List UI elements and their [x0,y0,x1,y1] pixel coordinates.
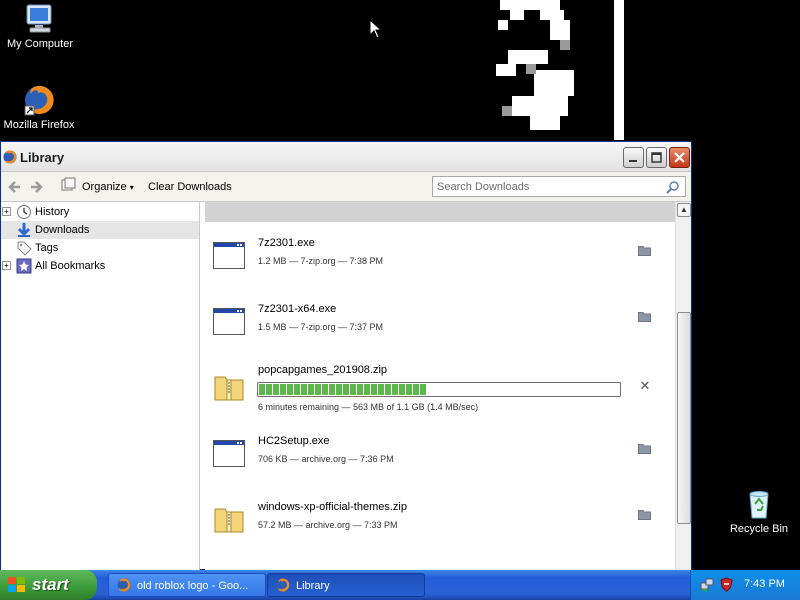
library-sidebar: + History Downloads Tags + All Bookmarks [1,202,200,570]
title-bar[interactable]: Library [1,142,691,172]
exe-file-icon [213,305,245,337]
downloads-icon [16,222,32,238]
download-filename: windows-xp-official-themes.zip [258,501,407,513]
download-item[interactable]: 7z2301-x64.exe 1.5 MB — 7-zip.org — 7:37… [205,296,675,362]
firefox-icon [276,578,290,592]
chevron-down-icon: ▾ [129,183,134,192]
taskbar-button-browser[interactable]: old roblox logo - Goo... [108,573,266,597]
taskbar-button-label: Library [296,580,330,592]
expand-icon[interactable]: + [2,261,11,270]
history-icon [16,204,32,220]
start-button[interactable]: start [0,570,97,600]
firefox-icon [3,150,17,164]
sidebar-item-label: Downloads [35,224,90,236]
taskbar: start old roblox logo - Goo... Library 7… [0,570,800,600]
maximize-button[interactable] [646,147,667,168]
zip-file-icon [213,503,245,535]
download-status: 706 KB — archive.org — 7:36 PM [258,454,394,464]
search-input[interactable] [433,177,653,196]
sidebar-item-history[interactable]: + History [1,203,199,221]
folder-icon[interactable] [638,443,651,454]
desktop-icon-my-computer[interactable]: My Computer [1,3,79,50]
download-status: 57.2 MB — archive.org — 7:33 PM [258,520,398,530]
folder-icon[interactable] [638,311,651,322]
firefox-icon [23,84,55,116]
forward-arrow-icon[interactable] [30,180,44,197]
scrollbar-thumb[interactable] [677,312,691,524]
windows-flag-icon [8,577,26,593]
recycle-bin-icon [743,488,775,520]
download-status: 1.2 MB — 7-zip.org — 7:38 PM [258,256,384,266]
download-filename: popcapgames_201908.zip [258,364,388,376]
start-label: start [32,575,69,594]
taskbar-button-label: old roblox logo - Goo... [137,580,249,592]
download-item[interactable]: windows-xp-official-themes.zip 57.2 MB —… [205,494,675,560]
download-item[interactable]: 7z2301.exe 1.2 MB — 7-zip.org — 7:38 PM [205,230,675,296]
organize-button[interactable]: Organize ▾ [82,181,134,193]
bookmarks-icon [16,258,32,274]
zip-file-icon [213,371,245,403]
cancel-download-icon[interactable]: ✕ [639,379,651,392]
download-status: 6 minutes remaining — 563 MB of 1.1 GB (… [258,402,479,412]
tag-icon [16,240,32,256]
folder-icon[interactable] [638,245,651,256]
security-shield-icon[interactable] [719,577,734,592]
window-title: Library [20,150,65,165]
back-arrow-icon[interactable] [7,180,21,197]
download-item-in-progress[interactable]: popcapgames_201908.zip 6 minutes remaini… [205,362,675,428]
sidebar-item-label: Tags [35,242,59,254]
wallpaper-pixel-art [490,0,624,140]
desktop-icon-recycle-bin[interactable]: Recycle Bin [720,488,798,535]
firefox-icon [117,578,131,592]
clock: 7:43 PM [744,578,785,590]
organize-icon [61,177,76,195]
list-item-partial [205,202,675,222]
sidebar-item-tags[interactable]: Tags [1,239,199,257]
download-status: 1.5 MB — 7-zip.org — 7:37 PM [258,322,384,332]
desktop-icon-label: Mozilla Firefox [3,119,75,131]
expand-icon[interactable]: + [2,207,11,216]
sidebar-item-all-bookmarks[interactable]: + All Bookmarks [1,257,199,275]
library-window: Library Organize ▾ Clear Downloads Searc… [0,141,692,570]
my-computer-icon [24,3,56,35]
sidebar-item-downloads[interactable]: Downloads [1,221,199,239]
download-filename: 7z2301.exe [258,237,315,249]
network-icon[interactable] [700,577,715,592]
scroll-up-arrow-icon[interactable]: ▲ [677,203,691,217]
taskbar-button-library[interactable]: Library [267,573,425,597]
toolbar: Organize ▾ Clear Downloads [1,172,691,202]
desktop-icon-label: Recycle Bin [729,523,789,535]
search-box[interactable] [432,176,686,197]
vertical-scrollbar[interactable]: ▲ [675,202,691,570]
minimize-button[interactable] [623,147,644,168]
desktop-icon-label: My Computer [6,38,74,50]
organize-label: Organize [82,181,127,193]
downloads-list: 7z2301.exe 1.2 MB — 7-zip.org — 7:38 PM … [205,202,675,570]
folder-icon[interactable] [638,509,651,520]
exe-file-icon [213,437,245,469]
sidebar-item-label: All Bookmarks [35,260,106,272]
clear-downloads-button[interactable]: Clear Downloads [148,181,232,193]
download-item[interactable]: HC2Setup.exe 706 KB — archive.org — 7:36… [205,428,675,494]
close-button[interactable] [669,147,690,168]
desktop-icon-firefox[interactable]: Mozilla Firefox [0,84,78,131]
download-progress-bar [257,382,621,397]
system-tray: 7:43 PM [690,570,800,600]
exe-file-icon [213,239,245,271]
download-filename: HC2Setup.exe [258,435,330,447]
sidebar-item-label: History [35,206,70,218]
search-icon[interactable] [666,180,680,194]
download-filename: 7z2301-x64.exe [258,303,337,315]
download-progress-fill [259,384,426,395]
